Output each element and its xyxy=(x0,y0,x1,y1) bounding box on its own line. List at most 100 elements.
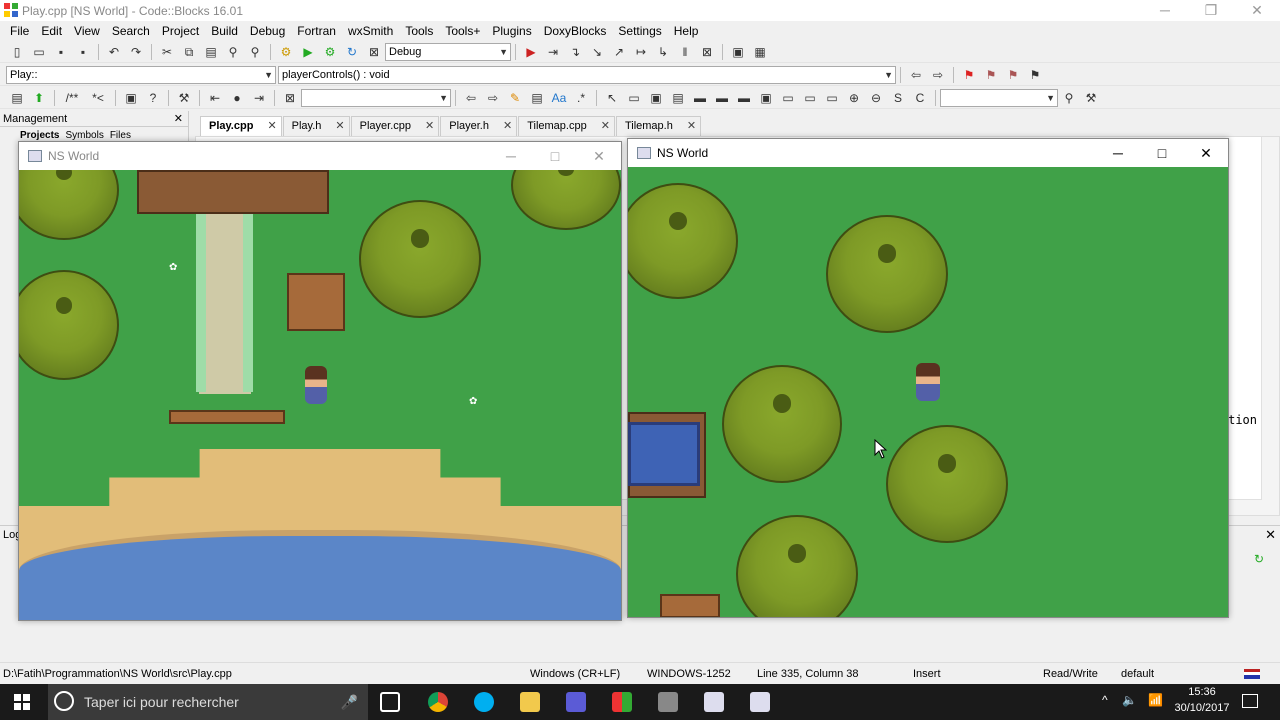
menu-settings[interactable]: Settings xyxy=(612,21,667,41)
bookmark-next-icon[interactable]: ⚑ xyxy=(1004,67,1022,83)
close-icon[interactable]: ✕ xyxy=(267,117,276,136)
close-icon[interactable]: ✕ xyxy=(601,117,610,136)
incremental-search-input[interactable]: ▼ xyxy=(301,88,451,107)
menu-doxyblocks[interactable]: DoxyBlocks xyxy=(538,21,613,41)
highlight-icon[interactable]: ✎ xyxy=(506,90,524,106)
find-icon[interactable]: ⚲ xyxy=(224,44,242,60)
run-icon[interactable]: ▶ xyxy=(299,44,317,60)
taskbar-search[interactable]: Taper ici pour rechercher 🎤 xyxy=(48,684,368,720)
undo-icon[interactable]: ↶ xyxy=(105,44,123,60)
tab-tilemap-cpp[interactable]: Tilemap.cpp ✕ xyxy=(518,116,615,136)
scope-select[interactable]: Play:: ▼ xyxy=(6,65,276,84)
menu-fortran[interactable]: Fortran xyxy=(291,21,342,41)
symbol-c-icon[interactable]: C xyxy=(911,90,929,106)
build-icon[interactable]: ⚙ xyxy=(277,44,295,60)
close-icon[interactable]: ✕ xyxy=(174,111,183,127)
notifications-icon[interactable] xyxy=(1242,694,1258,708)
paste-icon[interactable]: ▤ xyxy=(202,44,220,60)
info-icon[interactable]: ▦ xyxy=(751,44,769,60)
menu-wxsmith[interactable]: wxSmith xyxy=(342,21,399,41)
search-next-icon[interactable]: ⇨ xyxy=(484,90,502,106)
maximize-button[interactable]: □ xyxy=(533,142,577,170)
taskbar-date[interactable]: 30/10/2017 xyxy=(1166,702,1238,714)
close-button[interactable]: ✕ xyxy=(577,142,621,170)
shape-icon[interactable]: ▬ xyxy=(691,90,709,106)
menu-build[interactable]: Build xyxy=(205,21,244,41)
stop-icon[interactable]: ⊠ xyxy=(698,44,716,60)
jump-back-icon[interactable]: ⇦ xyxy=(907,67,925,83)
vertical-scrollbar[interactable] xyxy=(1261,137,1279,515)
thread-search-input[interactable]: ▼ xyxy=(940,88,1058,107)
tab-player-h[interactable]: Player.h ✕ xyxy=(440,116,518,136)
game-window-right[interactable]: NS World ─ □ ✕ xyxy=(627,138,1229,618)
build-target-select[interactable]: Debug ▼ xyxy=(385,42,511,61)
shape5-icon[interactable]: ▭ xyxy=(779,90,797,106)
file-explorer-icon[interactable] xyxy=(520,692,540,712)
close-button[interactable]: ✕ xyxy=(1234,0,1280,21)
task-view-icon[interactable] xyxy=(380,692,400,712)
chevron-up-icon[interactable]: ^ xyxy=(1102,693,1108,707)
new-file-icon[interactable]: ▯ xyxy=(8,44,26,60)
debug-icon[interactable]: ▶ xyxy=(522,44,540,60)
refresh-icon[interactable]: ↻ xyxy=(1254,552,1264,566)
doxy-wizard-icon[interactable]: ▤ xyxy=(8,90,26,106)
tools-icon[interactable]: ⚒ xyxy=(175,90,193,106)
doxy-extract-icon[interactable]: ⬆ xyxy=(30,90,48,106)
close-icon[interactable]: ✕ xyxy=(503,117,512,136)
image-icon[interactable]: ▣ xyxy=(647,90,665,106)
function-select[interactable]: playerControls() : void ▼ xyxy=(278,65,896,84)
step-out-icon[interactable]: ↗ xyxy=(610,44,628,60)
redo-icon[interactable]: ↷ xyxy=(127,44,145,60)
next-line-icon[interactable]: ↴ xyxy=(566,44,584,60)
step-instruction-icon[interactable]: ↳ xyxy=(654,44,672,60)
html-docs-icon[interactable]: ▣ xyxy=(122,90,140,106)
next-instruction-icon[interactable]: ↦ xyxy=(632,44,650,60)
cut-icon[interactable]: ✂ xyxy=(158,44,176,60)
block-comment-icon[interactable]: /** xyxy=(61,90,83,106)
shape3-icon[interactable]: ▬ xyxy=(735,90,753,106)
dot-icon[interactable]: ● xyxy=(228,90,246,106)
copy-icon[interactable]: ⧉ xyxy=(180,44,198,60)
debug-windows-icon[interactable]: ▣ xyxy=(729,44,747,60)
jump-forward-icon[interactable]: ⇨ xyxy=(929,67,947,83)
minimize-button[interactable]: ─ xyxy=(1142,0,1188,21)
zoom-out-icon[interactable]: ⊖ xyxy=(867,90,885,106)
shape2-icon[interactable]: ▬ xyxy=(713,90,731,106)
speaker-icon[interactable]: 🔈 xyxy=(1122,693,1137,707)
clear-search-icon[interactable]: ⊠ xyxy=(281,90,299,106)
save-all-icon[interactable]: ▪ xyxy=(74,44,92,60)
maximize-button[interactable]: □ xyxy=(1140,139,1184,167)
windows-start-icon[interactable] xyxy=(14,694,30,710)
selected-only-icon[interactable]: ▤ xyxy=(528,90,546,106)
text-icon[interactable]: ▤ xyxy=(669,90,687,106)
minimize-button[interactable]: ─ xyxy=(1096,139,1140,167)
line-comment-icon[interactable]: *< xyxy=(87,90,109,106)
abort-icon[interactable]: ⊠ xyxy=(365,44,383,60)
minimize-button[interactable]: ─ xyxy=(489,142,533,170)
game-canvas[interactable] xyxy=(628,167,1228,617)
rect-icon[interactable]: ▭ xyxy=(625,90,643,106)
pause-icon[interactable]: ‖ xyxy=(676,44,694,60)
microphone-icon[interactable]: 🎤 xyxy=(341,694,358,711)
shape4-icon[interactable]: ▣ xyxy=(757,90,775,106)
app-icon[interactable] xyxy=(566,692,586,712)
skype-icon[interactable] xyxy=(474,692,494,712)
tab-play-h[interactable]: Play.h ✕ xyxy=(282,116,350,136)
search-prev-icon[interactable]: ⇦ xyxy=(462,90,480,106)
thread-options-icon[interactable]: ⚒ xyxy=(1082,90,1100,106)
menu-debug[interactable]: Debug xyxy=(244,21,291,41)
shape7-icon[interactable]: ▭ xyxy=(823,90,841,106)
save-icon[interactable]: ▪ xyxy=(52,44,70,60)
game-canvas[interactable]: ✿ ✿ xyxy=(19,170,621,620)
close-button[interactable]: ✕ xyxy=(1184,139,1228,167)
tab-play-cpp[interactable]: Play.cpp ✕ xyxy=(200,116,282,136)
bookmark-toggle-icon[interactable]: ⚑ xyxy=(960,67,978,83)
network-icon[interactable]: 📶 xyxy=(1148,693,1163,707)
menu-help[interactable]: Help xyxy=(668,21,705,41)
thread-search-icon[interactable]: ⚲ xyxy=(1060,90,1078,106)
close-icon[interactable]: ✕ xyxy=(687,117,696,136)
symbol-s-icon[interactable]: S xyxy=(889,90,907,106)
menu-view[interactable]: View xyxy=(68,21,106,41)
bookmark-prev-icon[interactable]: ⚑ xyxy=(982,67,1000,83)
codeblocks-icon[interactable] xyxy=(612,692,632,712)
